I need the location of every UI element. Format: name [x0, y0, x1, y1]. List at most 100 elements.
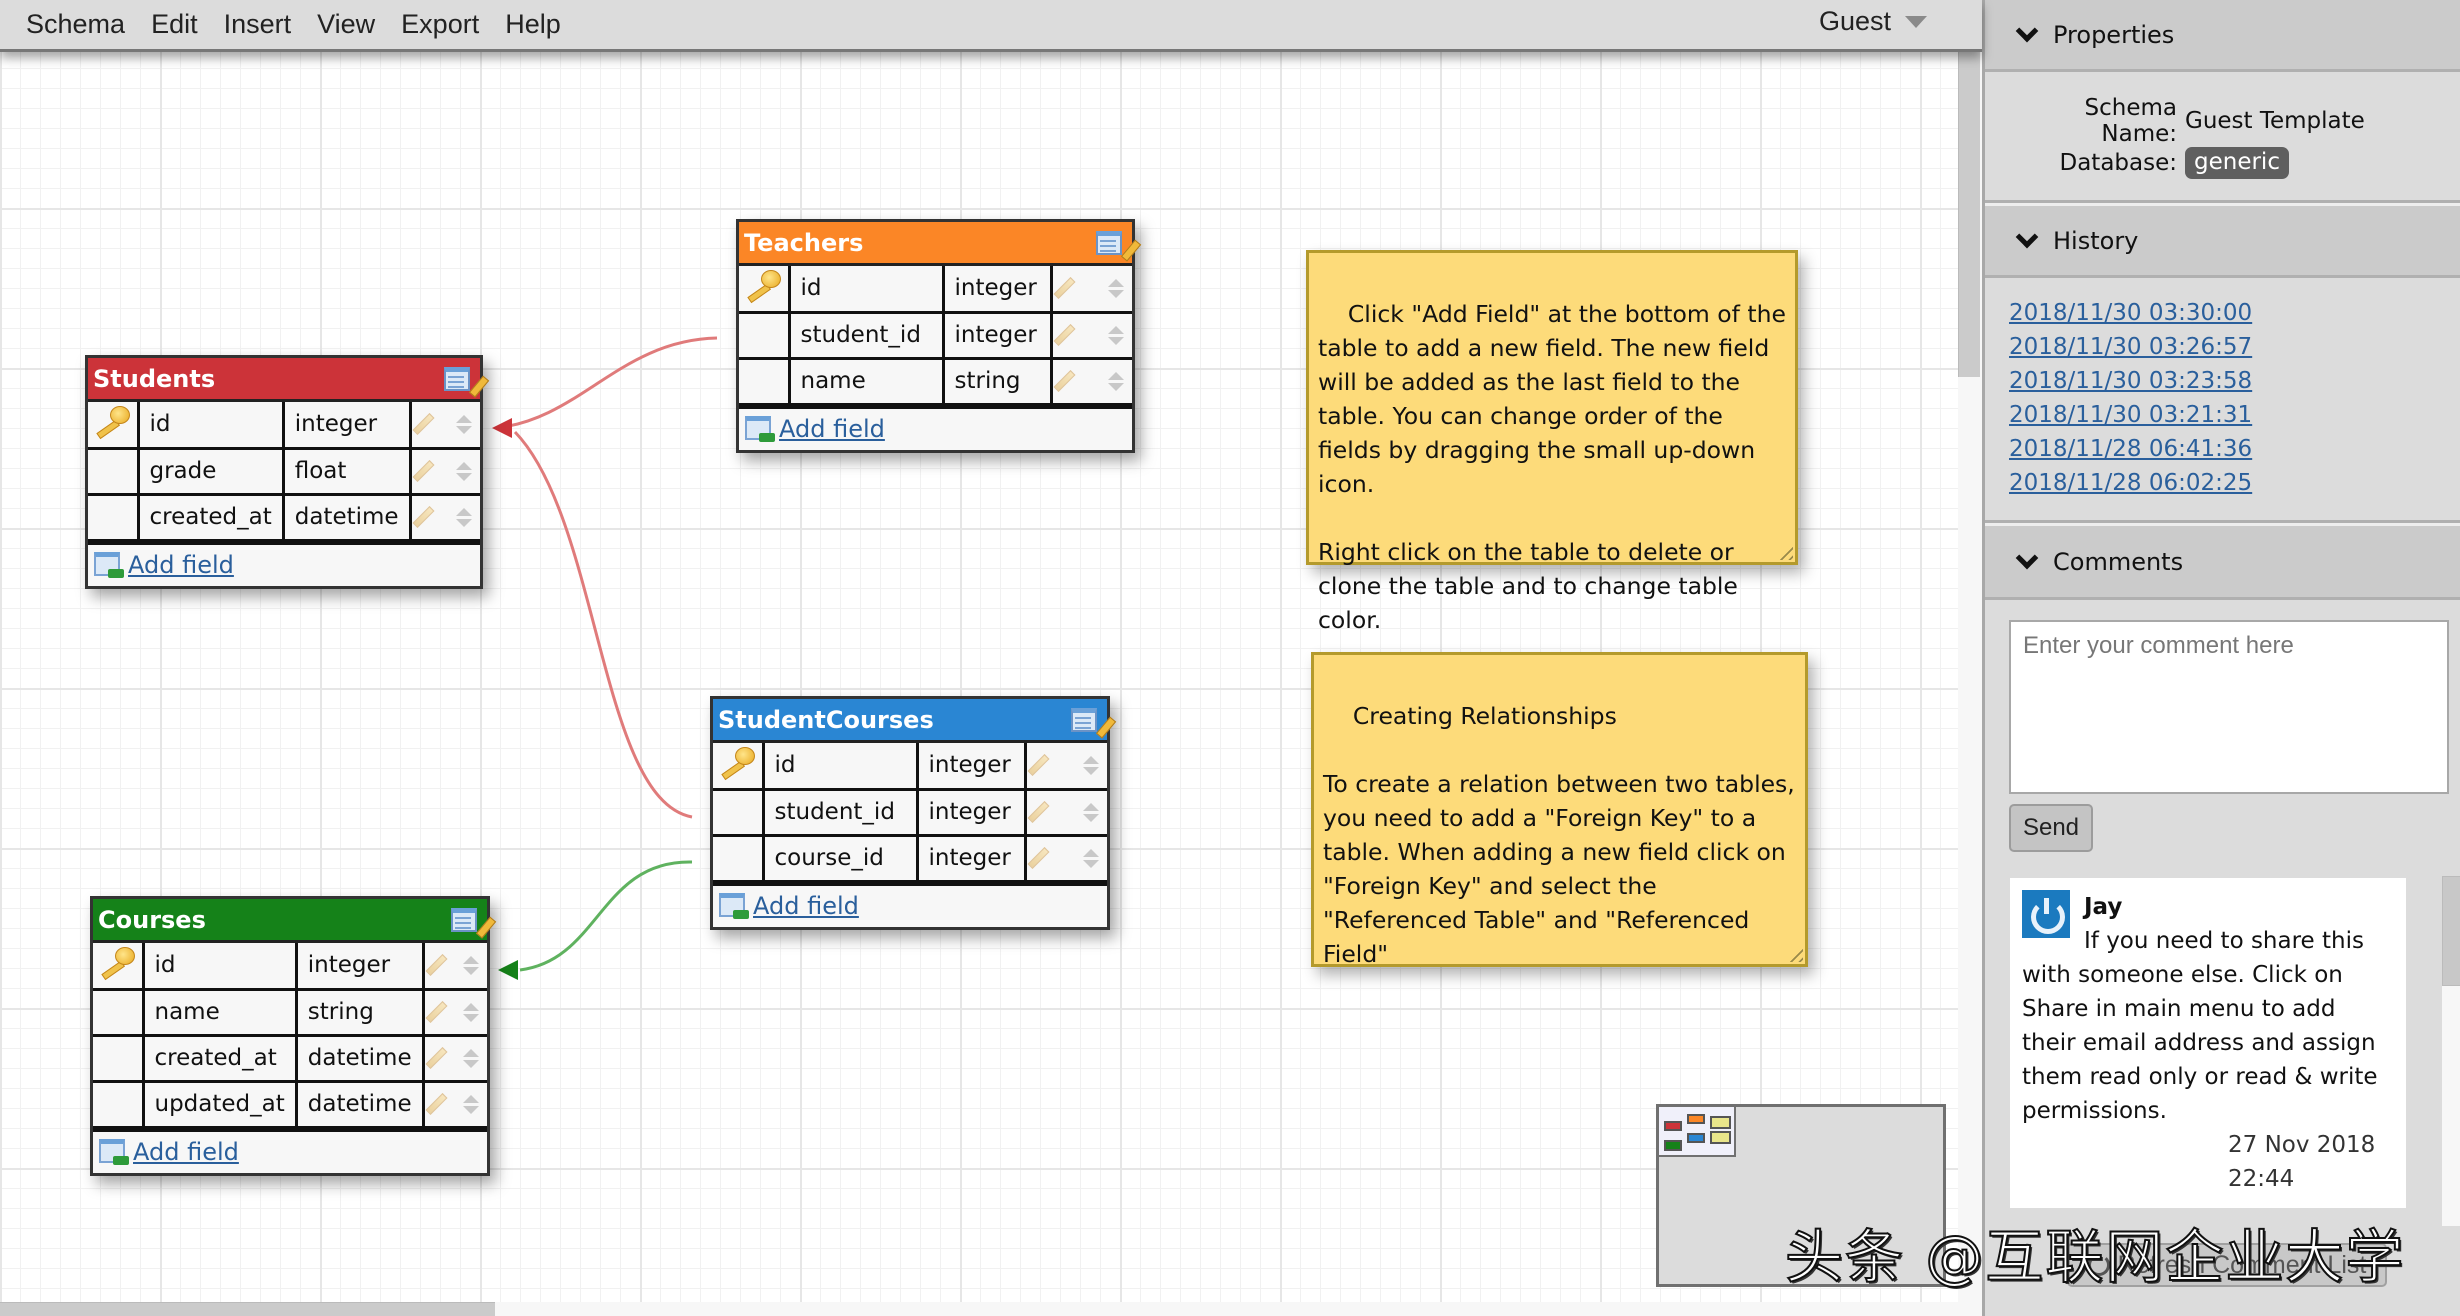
resize-grip-icon[interactable]: [1775, 542, 1793, 560]
resize-grip-icon[interactable]: [1785, 944, 1803, 962]
pencil-icon[interactable]: [412, 506, 435, 528]
field-name[interactable]: created_at: [136, 492, 285, 542]
comments-scrollbar-track[interactable]: [2442, 986, 2460, 1226]
add-field-link[interactable]: Add field: [128, 551, 234, 579]
menu-help[interactable]: Help: [505, 9, 561, 40]
drag-updown-icon[interactable]: [1083, 848, 1099, 868]
pencil-icon[interactable]: [1053, 324, 1075, 346]
field-name[interactable]: course_id: [761, 833, 919, 883]
table-courses[interactable]: Courses id integer name string created_a…: [90, 896, 497, 1176]
pencil-icon[interactable]: [412, 460, 435, 482]
field-name[interactable]: id: [136, 402, 285, 450]
user-menu[interactable]: Guest: [1819, 6, 1927, 37]
history-entry[interactable]: 2018/11/28 06:02:25: [2009, 466, 2460, 500]
field-type[interactable]: integer: [941, 310, 1053, 360]
field-type[interactable]: integer: [294, 943, 425, 991]
field-name[interactable]: created_at: [141, 1033, 298, 1083]
field-row[interactable]: created_at datetime: [93, 1033, 487, 1083]
field-name[interactable]: id: [761, 743, 919, 791]
add-field-link[interactable]: Add field: [779, 415, 885, 443]
add-field-icon[interactable]: [745, 416, 775, 442]
history-section-header[interactable]: History: [1985, 203, 2460, 278]
edit-table-icon[interactable]: [1071, 706, 1117, 739]
field-row[interactable]: id integer: [93, 943, 487, 991]
history-entry[interactable]: 2018/11/30 03:21:31: [2009, 398, 2460, 432]
field-row[interactable]: name string: [739, 356, 1132, 406]
field-type[interactable]: integer: [915, 743, 1027, 791]
comment-input[interactable]: [2009, 620, 2449, 794]
pencil-icon[interactable]: [425, 1093, 448, 1115]
canvas-horizontal-scroll-thumb[interactable]: [0, 1302, 495, 1316]
sticky-note-add-field[interactable]: Click "Add Field" at the bottom of the t…: [1306, 250, 1798, 634]
properties-section-header[interactable]: Properties: [1985, 0, 2460, 72]
field-row[interactable]: id integer: [739, 266, 1132, 314]
field-row[interactable]: student_id integer: [739, 310, 1132, 360]
field-name[interactable]: id: [787, 266, 945, 314]
drag-updown-icon[interactable]: [463, 1002, 479, 1022]
sticky-note-relationships[interactable]: Creating Relationships To create a relat…: [1311, 652, 1808, 968]
menu-view[interactable]: View: [317, 9, 375, 40]
field-type[interactable]: string: [941, 356, 1053, 406]
table-header[interactable]: Teachers: [739, 222, 1142, 266]
add-field-link[interactable]: Add field: [753, 892, 859, 920]
field-type[interactable]: datetime: [294, 1079, 425, 1129]
pencil-icon[interactable]: [412, 413, 435, 436]
field-type[interactable]: float: [281, 446, 412, 496]
menu-schema[interactable]: Schema: [26, 9, 125, 40]
field-type[interactable]: integer: [941, 266, 1053, 314]
field-name[interactable]: name: [141, 987, 298, 1037]
pencil-icon[interactable]: [1053, 277, 1075, 300]
comments-scrollbar-thumb[interactable]: [2442, 876, 2460, 986]
menu-insert[interactable]: Insert: [224, 9, 292, 40]
table-teachers[interactable]: Teachers id integer student_id integer n…: [736, 219, 1142, 453]
field-row[interactable]: id integer: [713, 743, 1107, 791]
canvas-vertical-scroll-thumb[interactable]: [1958, 52, 1980, 377]
history-entry[interactable]: 2018/11/30 03:23:58: [2009, 364, 2460, 398]
table-header[interactable]: Students: [88, 358, 490, 402]
drag-updown-icon[interactable]: [1108, 371, 1124, 391]
add-field-link[interactable]: Add field: [133, 1138, 239, 1166]
edit-table-icon[interactable]: [444, 365, 490, 398]
pencil-icon[interactable]: [425, 1047, 448, 1069]
history-entry[interactable]: 2018/11/30 03:26:57: [2009, 330, 2460, 364]
table-header[interactable]: StudentCourses: [713, 699, 1117, 743]
field-name[interactable]: updated_at: [141, 1079, 298, 1129]
field-row[interactable]: id integer: [88, 402, 480, 450]
add-field-icon[interactable]: [719, 893, 749, 919]
field-type[interactable]: datetime: [294, 1033, 425, 1083]
field-name[interactable]: student_id: [787, 310, 945, 360]
add-field-icon[interactable]: [94, 552, 124, 578]
pencil-icon[interactable]: [1027, 754, 1049, 777]
field-row[interactable]: grade float: [88, 446, 480, 496]
table-studentcourses[interactable]: StudentCourses id integer student_id int…: [710, 696, 1117, 930]
drag-updown-icon[interactable]: [456, 461, 472, 481]
field-row[interactable]: created_at datetime: [88, 492, 480, 542]
comments-section-header[interactable]: Comments: [1985, 523, 2460, 600]
field-name[interactable]: grade: [136, 446, 285, 496]
pencil-icon[interactable]: [1027, 801, 1049, 823]
field-row[interactable]: course_id integer: [713, 833, 1107, 883]
drag-updown-icon[interactable]: [456, 414, 472, 434]
field-row[interactable]: name string: [93, 987, 487, 1037]
database-badge[interactable]: generic: [2185, 147, 2289, 179]
field-name[interactable]: name: [787, 356, 945, 406]
field-type[interactable]: string: [294, 987, 425, 1037]
field-name[interactable]: student_id: [761, 787, 919, 837]
drag-updown-icon[interactable]: [463, 955, 479, 975]
drag-updown-icon[interactable]: [1083, 802, 1099, 822]
send-button[interactable]: Send: [2009, 804, 2093, 852]
menu-export[interactable]: Export: [401, 9, 479, 40]
field-type[interactable]: datetime: [281, 492, 412, 542]
field-type[interactable]: integer: [915, 833, 1027, 883]
pencil-icon[interactable]: [1027, 847, 1049, 869]
field-name[interactable]: id: [141, 943, 298, 991]
history-entry[interactable]: 2018/11/30 03:30:00: [2009, 296, 2460, 330]
history-entry[interactable]: 2018/11/28 06:41:36: [2009, 432, 2460, 466]
field-row[interactable]: student_id integer: [713, 787, 1107, 837]
pencil-icon[interactable]: [425, 954, 448, 977]
drag-updown-icon[interactable]: [1108, 278, 1124, 298]
drag-updown-icon[interactable]: [456, 507, 472, 527]
menu-edit[interactable]: Edit: [151, 9, 198, 40]
drag-updown-icon[interactable]: [1083, 755, 1099, 775]
pencil-icon[interactable]: [1053, 370, 1075, 392]
